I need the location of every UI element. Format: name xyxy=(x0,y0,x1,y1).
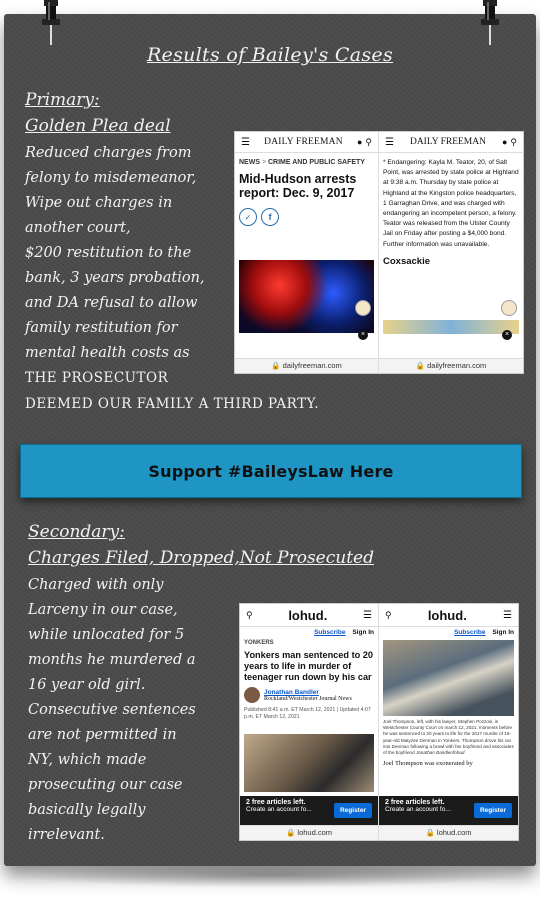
lohud-pane-left: ⚲ lohud. ☰ Subscribe Sign In YONKERS Yon… xyxy=(240,604,379,840)
user-icon[interactable]: ● xyxy=(502,137,507,147)
lohud-navbar-right: ⚲ lohud. ☰ xyxy=(379,604,518,627)
subscribe-link[interactable]: Subscribe xyxy=(314,629,345,636)
freeman-url: dailyfreeman.com xyxy=(282,361,342,370)
freeman-logo: DAILY FREEMAN xyxy=(264,137,343,147)
cookie-icon[interactable] xyxy=(501,300,517,316)
facebook-share-icon[interactable]: f xyxy=(261,208,279,226)
primary-caps-line2: DEEMED OUR FAMILY A THIRD PARTY. xyxy=(25,396,320,412)
publish-dates: Published 8:41 a.m. ET March 12, 2021 | … xyxy=(244,707,371,720)
cookie-icon[interactable] xyxy=(355,300,371,316)
close-ad-icon[interactable]: × xyxy=(358,330,368,340)
freeman-article-text: * Endangering: Kayla M. Teator, 20, of S… xyxy=(383,159,519,248)
register-button[interactable]: Register xyxy=(473,803,512,818)
lohud-logo-right: lohud. xyxy=(427,607,467,623)
article-teaser: Joel Thompson was exonerated by xyxy=(383,760,473,768)
share-icons: ✓ f xyxy=(239,208,374,226)
twitter-share-icon[interactable]: ✓ xyxy=(239,208,257,226)
lohud-headline: Yonkers man sentenced to 20 years to lif… xyxy=(244,650,374,682)
lohud-screenshot: ⚲ lohud. ☰ Subscribe Sign In YONKERS Yon… xyxy=(239,603,519,841)
hamburger-menu-icon[interactable]: ☰ xyxy=(385,137,394,148)
sign-in-link[interactable]: Sign In xyxy=(492,629,514,636)
register-button[interactable]: Register xyxy=(333,803,372,818)
hamburger-menu-icon[interactable]: ☰ xyxy=(503,610,512,621)
freeman-pane-left: ☰ DAILY FREEMAN ● ⚲ NEWS > CRIME AND PUB… xyxy=(235,132,379,373)
courtroom-photo xyxy=(244,734,374,792)
daily-freeman-screenshot: ☰ DAILY FREEMAN ● ⚲ NEWS > CRIME AND PUB… xyxy=(234,131,524,374)
lock-icon: 🔒 xyxy=(425,828,435,837)
secondary-subheading: Charges Filed, Dropped,Not Prosecuted xyxy=(28,548,374,568)
freeman-police-lights-image xyxy=(239,260,374,333)
subscribe-link[interactable]: Subscribe xyxy=(454,629,485,636)
byline: Jonathan Bandler Rockland/Westchester Jo… xyxy=(244,687,374,703)
freeman-map-image xyxy=(383,320,519,334)
lohud-navbar: ⚲ lohud. ☰ xyxy=(240,604,378,627)
freeman-section-line: NEWS > CRIME AND PUBLIC SAFETY xyxy=(239,159,365,166)
secondary-body: Charged with only Larceny in our case, w… xyxy=(28,577,196,843)
pushpin-right-icon xyxy=(481,0,499,45)
freeman-navbar-right: ☰ DAILY FREEMAN ● ⚲ xyxy=(379,132,523,153)
search-icon[interactable]: ⚲ xyxy=(385,610,392,621)
author-link[interactable]: Jonathan Bandler xyxy=(264,689,352,696)
search-icon[interactable]: ⚲ xyxy=(246,610,253,621)
freeman-url-right: dailyfreeman.com xyxy=(427,361,487,370)
lock-icon: 🔒 xyxy=(271,361,281,370)
page-title: Results of Bailey's Cases xyxy=(146,44,394,66)
hamburger-menu-icon[interactable]: ☰ xyxy=(241,137,250,148)
hamburger-menu-icon[interactable]: ☰ xyxy=(363,610,372,621)
promo-bar: 2 free articles left. Create an account … xyxy=(379,796,518,826)
lohud-url-bar-right[interactable]: 🔒 lohud.com xyxy=(379,825,518,840)
freeman-headline: Mid-Hudson arrests report: Dec. 9, 2017 xyxy=(239,172,357,200)
freeman-url-bar-right[interactable]: 🔒 dailyfreeman.com xyxy=(379,358,523,373)
lock-icon: 🔒 xyxy=(285,828,296,837)
published-date: Published 8:41 a.m. ET March 12, 2021 xyxy=(244,707,336,713)
search-icon[interactable]: ⚲ xyxy=(365,137,372,148)
photo-caption: Joel Thompson, left, with his lawyer, St… xyxy=(379,716,518,756)
freeman-navbar: ☰ DAILY FREEMAN ● ⚲ xyxy=(235,132,378,153)
user-icon[interactable]: ● xyxy=(357,137,362,147)
pushpin-left-icon xyxy=(42,0,60,45)
lohud-logo: lohud. xyxy=(288,607,328,623)
lohud-pane-right: ⚲ lohud. ☰ Subscribe Sign In Joel Thomps… xyxy=(379,604,518,840)
lohud-section[interactable]: YONKERS xyxy=(244,640,374,646)
freeman-subsection[interactable]: CRIME AND PUBLIC SAFETY xyxy=(268,159,365,166)
close-ad-icon[interactable]: × xyxy=(502,330,512,340)
author-outlet: Rockland/Westchester Journal News xyxy=(264,695,352,702)
freeman-section[interactable]: NEWS xyxy=(239,159,260,166)
primary-heading: Primary: xyxy=(25,90,100,110)
support-baileys-law-button[interactable]: Support #BaileysLaw Here xyxy=(20,444,522,498)
secondary-heading: Secondary: xyxy=(28,522,125,542)
freeman-subhead: Coxsackie xyxy=(383,255,431,267)
freeman-logo-right: DAILY FREEMAN xyxy=(409,137,486,147)
search-icon[interactable]: ⚲ xyxy=(510,137,517,148)
defendant-photo xyxy=(383,640,514,716)
primary-caps-line1: THE PROSECUTOR xyxy=(25,370,169,386)
primary-body: Reduced charges from felony to misdemean… xyxy=(25,145,205,361)
author-avatar xyxy=(244,687,260,703)
promo-bar: 2 free articles left. Create an account … xyxy=(240,796,378,826)
lohud-url: lohud.com xyxy=(297,828,333,837)
freeman-url-bar-left[interactable]: 🔒 dailyfreeman.com xyxy=(235,358,378,373)
caption-credit: Jonathan Bandler/lohud xyxy=(415,750,465,756)
sign-in-link[interactable]: Sign In xyxy=(352,629,374,636)
lohud-url-right: lohud.com xyxy=(436,828,472,837)
freeman-pane-right: ☰ DAILY FREEMAN ● ⚲ * Endangering: Kayla… xyxy=(379,132,523,373)
primary-subheading: Golden Plea deal xyxy=(25,116,171,136)
lock-icon: 🔒 xyxy=(415,361,426,370)
lohud-url-bar-left[interactable]: 🔒 lohud.com xyxy=(240,825,378,840)
support-label: Support #BaileysLaw Here xyxy=(148,461,394,481)
